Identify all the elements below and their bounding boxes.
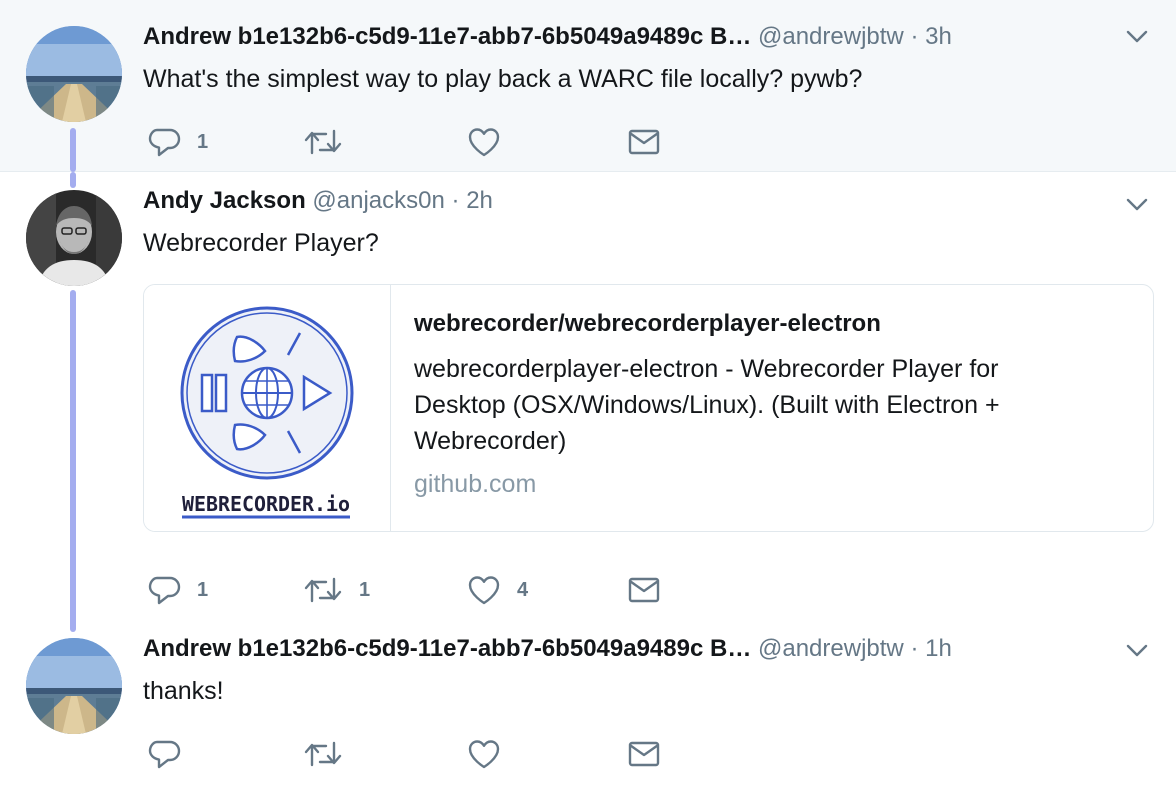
retweet-count: 1 — [359, 578, 371, 601]
reply-icon — [147, 573, 181, 607]
card-title[interactable]: webrecorder/webrecorderplayer-electron — [414, 309, 881, 339]
like-button[interactable] — [467, 736, 517, 772]
tweet-menu-button[interactable] — [1126, 198, 1148, 212]
direct-message-button[interactable] — [627, 736, 661, 772]
tweet-header: Andrew b1e132b6-c5d9-11e7-abb7-6b5049a94… — [143, 634, 1106, 664]
like-button[interactable]: 4 — [467, 572, 528, 608]
tweet-text: Webrecorder Player? — [143, 229, 379, 257]
handle[interactable]: @andrewjbtw — [758, 635, 904, 662]
heart-icon — [467, 573, 501, 607]
card-image: WEBRECORDER.io — [144, 285, 391, 531]
tweet-actions — [143, 736, 663, 772]
display-name[interactable]: Andy Jackson — [143, 187, 306, 214]
direct-message-button[interactable] — [627, 572, 661, 608]
heart-icon — [467, 125, 501, 159]
reply-icon — [147, 125, 181, 159]
envelope-icon — [627, 573, 661, 607]
landscape-avatar-image — [26, 26, 122, 122]
separator: · — [910, 635, 919, 662]
handle[interactable]: @anjacks0n — [312, 187, 444, 214]
envelope-icon — [627, 125, 661, 159]
tweet-menu-button[interactable] — [1126, 30, 1148, 44]
tweet[interactable]: Andrew b1e132b6-c5d9-11e7-abb7-6b5049a94… — [0, 0, 1176, 172]
card-description: webrecorderplayer-electron - Webrecorder… — [414, 355, 1000, 455]
tweet-text: What's the simplest way to play back a W… — [143, 65, 863, 93]
tweet-actions: 1 1 4 — [143, 572, 663, 608]
tweet[interactable]: Andy Jackson @anjacks0n · 2h Webrecorder… — [0, 172, 1176, 632]
avatar[interactable] — [26, 26, 122, 122]
heart-icon — [467, 737, 501, 771]
reply-count: 1 — [197, 130, 209, 153]
avatar[interactable] — [26, 638, 122, 734]
display-name[interactable]: Andrew b1e132b6-c5d9-11e7-abb7-6b5049a94… — [143, 635, 751, 662]
webrecorder-logo: WEBRECORDER.io — [180, 306, 354, 519]
tweet-text: thanks! — [143, 677, 224, 705]
handle[interactable]: @andrewjbtw — [758, 23, 904, 50]
like-button[interactable] — [467, 124, 517, 160]
svg-text:WEBRECORDER.io: WEBRECORDER.io — [182, 492, 350, 516]
avatar[interactable] — [26, 190, 122, 286]
separator: · — [910, 23, 919, 50]
tweet-actions: 1 — [143, 124, 663, 160]
landscape-avatar-image — [26, 638, 122, 734]
reply-count: 1 — [197, 578, 209, 601]
retweet-icon — [303, 737, 343, 771]
separator: · — [451, 187, 460, 214]
timestamp[interactable]: 1h — [925, 635, 952, 662]
envelope-icon — [627, 737, 661, 771]
reply-icon — [147, 737, 181, 771]
direct-message-button[interactable] — [627, 124, 661, 160]
like-count: 4 — [517, 578, 529, 601]
chevron-down-icon — [1126, 198, 1148, 212]
thread-connector — [70, 172, 76, 188]
reply-button[interactable] — [147, 736, 197, 772]
retweet-icon — [303, 125, 343, 159]
tweet-header: Andrew b1e132b6-c5d9-11e7-abb7-6b5049a94… — [143, 22, 1106, 52]
retweet-icon — [303, 573, 343, 607]
reply-button[interactable]: 1 — [147, 124, 208, 160]
reply-button[interactable]: 1 — [147, 572, 208, 608]
tweet-menu-button[interactable] — [1126, 644, 1148, 658]
retweet-button[interactable]: 1 — [303, 572, 370, 608]
timestamp[interactable]: 3h — [925, 23, 952, 50]
thread-connector — [70, 290, 76, 632]
tweet[interactable]: Andrew b1e132b6-c5d9-11e7-abb7-6b5049a94… — [0, 624, 1176, 790]
chevron-down-icon — [1126, 30, 1148, 44]
retweet-button[interactable] — [303, 736, 359, 772]
portrait-avatar-image — [26, 190, 122, 286]
card-domain: github.com — [414, 470, 537, 498]
chevron-down-icon — [1126, 644, 1148, 658]
thread-connector — [70, 128, 76, 172]
timestamp[interactable]: 2h — [466, 187, 493, 214]
link-card[interactable]: WEBRECORDER.io webrecorder/webrecorderpl… — [143, 284, 1154, 532]
tweet-header: Andy Jackson @anjacks0n · 2h — [143, 186, 1106, 216]
retweet-button[interactable] — [303, 124, 359, 160]
display-name[interactable]: Andrew b1e132b6-c5d9-11e7-abb7-6b5049a94… — [143, 23, 751, 50]
